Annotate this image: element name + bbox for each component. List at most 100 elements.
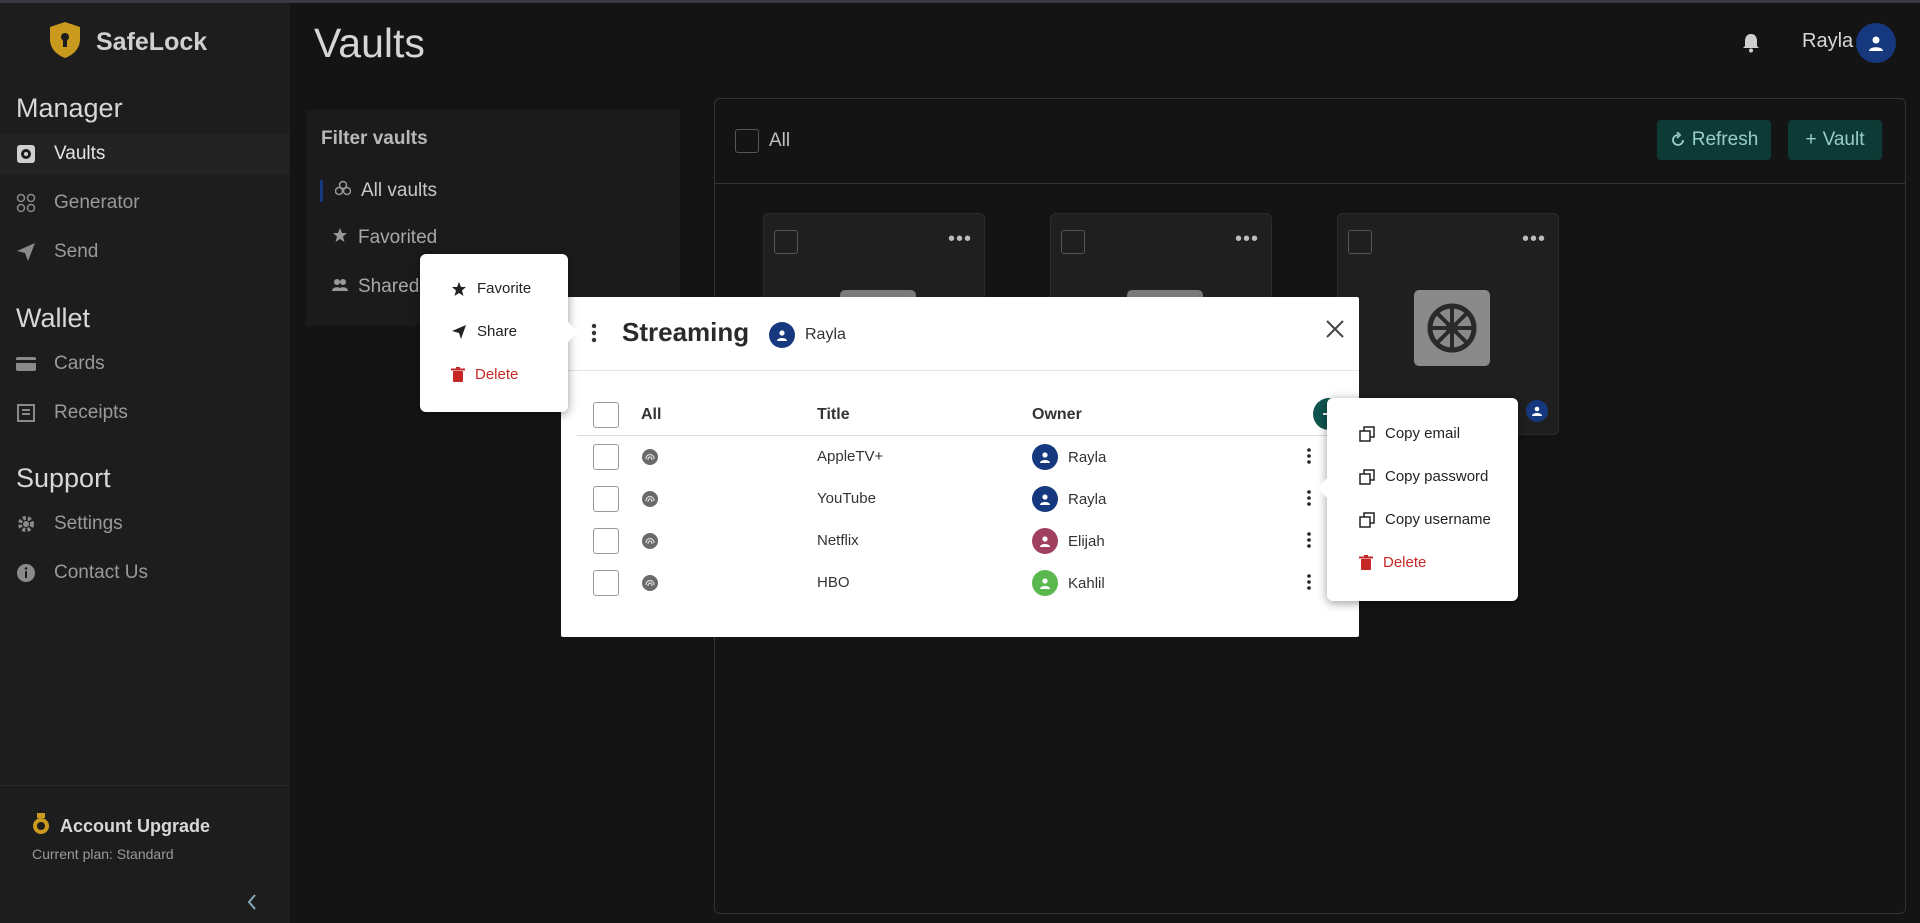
trash-icon [451,366,465,382]
sidebar-item-send[interactable]: Send [0,231,290,273]
filter-favorited[interactable]: Favorited [320,227,437,249]
menu-copy-password[interactable]: Copy password [1359,468,1488,485]
vault-checkbox[interactable] [1348,230,1372,254]
chevron-left-icon [247,894,256,910]
sidebar-item-receipts[interactable]: Receipts [0,392,290,434]
column-owner: Owner [1032,406,1082,423]
info-icon [16,563,36,583]
row-owner: Rayla [1032,444,1106,470]
sidebar-item-contact[interactable]: Contact Us [0,552,290,594]
row-checkbox[interactable] [593,444,619,470]
row-checkbox[interactable] [593,570,619,596]
plus-icon: + [1805,129,1817,150]
app-name: SafeLock [96,28,208,56]
trash-icon [1359,554,1373,570]
row-title: YouTube [817,490,876,507]
vault-checkbox[interactable] [774,230,798,254]
menu-copy-username[interactable]: Copy username [1359,511,1491,528]
vault-menu-button[interactable]: ••• [1235,228,1259,251]
row-checkbox[interactable] [593,486,619,512]
modal-title: Streaming [622,317,750,347]
kebab-icon [591,323,597,343]
column-all: All [641,406,662,423]
account-upgrade-link[interactable]: Account Upgrade [32,813,210,840]
row-menu-button[interactable] [1307,490,1311,510]
column-title: Title [817,406,850,423]
row-title: HBO [817,574,850,591]
table-row[interactable]: HBO Kahlil [577,562,1327,604]
fingerprint-icon [641,574,659,596]
sidebar-item-cards[interactable]: Cards [0,343,290,385]
section-wallet: Wallet [16,303,91,333]
row-menu-button[interactable] [1307,448,1311,468]
table-row[interactable]: YouTube Rayla [577,478,1327,520]
menu-copy-email[interactable]: Copy email [1359,425,1460,442]
circles-icon [334,180,352,202]
owner-avatar [1032,444,1058,470]
paper-plane-icon [16,242,36,262]
table-row[interactable]: Netflix Elijah [577,520,1327,562]
owner-avatar [1032,528,1058,554]
add-vault-button[interactable]: + Vault [1788,120,1882,160]
row-owner: Rayla [1032,486,1106,512]
filter-label: Shared [358,276,420,297]
gear-icon [16,514,36,534]
menu-delete[interactable]: Delete [451,366,518,383]
select-all-items-checkbox[interactable] [593,402,619,428]
row-menu-button[interactable] [1307,532,1311,552]
select-all-vaults[interactable]: All [735,129,790,153]
filter-label: Favorited [358,227,438,248]
brand[interactable]: SafeLock [48,21,207,64]
menu-item-delete[interactable]: Delete [1359,554,1426,571]
sidebar-item-label: Send [54,241,99,262]
owner-name: Rayla [1068,490,1107,508]
owner-avatar [769,322,795,348]
row-checkbox[interactable] [593,528,619,554]
vault-checkbox[interactable] [1061,230,1085,254]
collapse-sidebar-button[interactable] [246,893,258,916]
copy-icon [1359,511,1375,528]
menu-favorite[interactable]: Favorite [451,280,531,297]
owner-avatar [1032,570,1058,596]
modal-menu-button[interactable] [591,323,597,348]
vault-modal: Streaming Rayla All Title Owner AppleTV+… [561,297,1359,637]
copy-icon [1359,468,1375,485]
modal-owner: Rayla [769,322,846,348]
row-menu-button[interactable] [1307,574,1311,594]
person-icon [1532,406,1542,416]
table-row[interactable]: AppleTV+ Rayla [577,436,1327,478]
row-title: AppleTV+ [817,448,884,465]
sidebar-item-settings[interactable]: Settings [0,503,290,545]
page-title: Vaults [314,20,425,66]
row-owner: Kahlil [1032,570,1105,596]
sidebar-item-label: Contact Us [54,562,148,583]
sidebar-item-generator[interactable]: Generator [0,182,290,224]
select-all-checkbox[interactable] [735,129,759,153]
owner-name: Elijah [1068,532,1105,550]
owner-name: Kahlil [1068,574,1105,592]
filter-all-vaults[interactable]: All vaults [320,180,437,202]
menu-share[interactable]: Share [451,323,517,340]
shield-lock-icon [48,21,82,64]
owner-name: Rayla [805,326,846,343]
items-table: All Title Owner AppleTV+ Rayla YouTube Rayl… [577,394,1345,604]
bell-icon [1743,34,1759,53]
vault-owner-avatar [1526,400,1548,422]
filter-title: Filter vaults [321,128,428,149]
paper-plane-icon [452,324,466,339]
vault-menu-button[interactable]: ••• [948,228,972,251]
filter-shared[interactable]: Shared [320,276,419,298]
sidebar-item-label: Vaults [54,143,106,164]
safe-icon [1414,290,1490,366]
vault-menu-button[interactable]: ••• [1522,228,1546,251]
notifications-button[interactable] [1742,33,1760,58]
user-avatar[interactable] [1856,23,1896,63]
star-icon [332,227,348,249]
close-button[interactable] [1325,319,1345,344]
users-icon [332,276,348,298]
user-name[interactable]: Rayla [1802,30,1853,53]
sidebar-item-label: Generator [54,192,140,213]
close-icon [1326,320,1344,338]
refresh-button[interactable]: Refresh [1657,120,1771,160]
sidebar-item-vaults[interactable]: Vaults [0,133,290,175]
